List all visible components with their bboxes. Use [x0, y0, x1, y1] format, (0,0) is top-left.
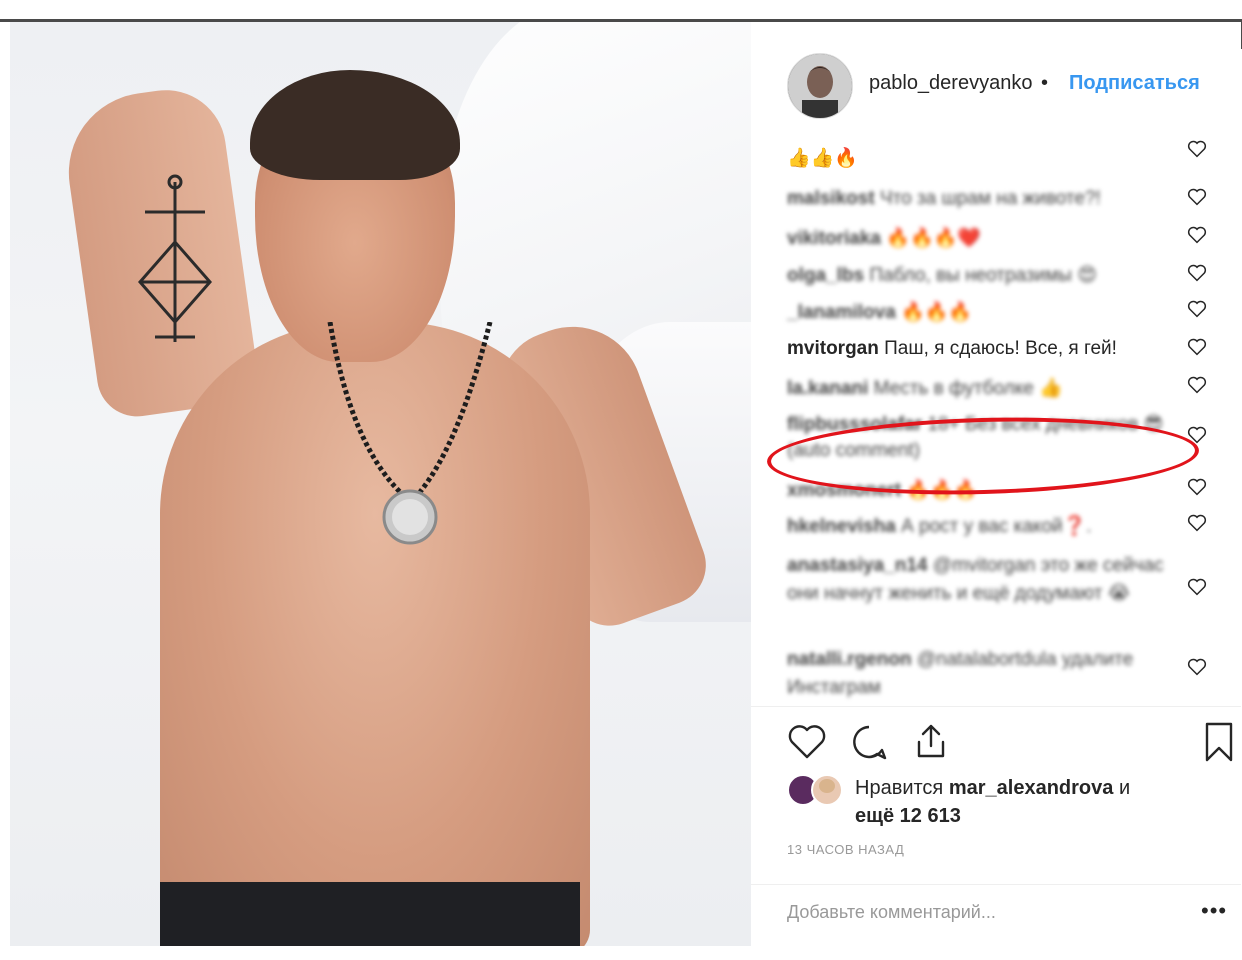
comment-username[interactable]: _lanamilova: [787, 302, 896, 323]
comment-input[interactable]: Добавьте комментарий...: [787, 902, 996, 923]
heart-icon[interactable]: [787, 722, 827, 762]
comment-username[interactable]: anastasiya_n14: [787, 555, 928, 576]
bookmark-icon[interactable]: [1199, 722, 1239, 762]
comment-item: 👍👍🔥: [787, 146, 1187, 170]
comment-item: _lanamilova 🔥🔥🔥: [787, 300, 1187, 324]
post-timestamp[interactable]: 13 ЧАСОВ НАЗАД: [787, 842, 904, 857]
likers-avatars[interactable]: [787, 772, 847, 808]
likes-prefix: Нравится: [855, 777, 944, 799]
header-separator: •: [1041, 72, 1049, 94]
comment-like-heart-icon[interactable]: [1187, 226, 1207, 244]
more-options-button[interactable]: •••: [1201, 898, 1227, 924]
comment-like-heart-icon[interactable]: [1187, 264, 1207, 282]
comment-item: la.kanani Месть в футболке 👍: [787, 376, 1187, 400]
post-photo[interactable]: [10, 22, 751, 946]
comment-text: Пабло, вы неотразимы 😍: [869, 265, 1098, 286]
comment-like-heart-icon[interactable]: [1187, 578, 1207, 596]
comment-bubble-icon[interactable]: [849, 722, 889, 762]
comment-username[interactable]: natalli.rgenon: [787, 649, 912, 670]
avatar-silhouette-icon: [788, 54, 852, 118]
comment-item: vikitoriaka 🔥🔥🔥❤️: [787, 226, 1187, 250]
likes-summary: Нравится mar_alexandrova и ещё 12 613: [855, 774, 1225, 830]
comment-like-heart-icon[interactable]: [1187, 514, 1207, 532]
comment-username[interactable]: hkelnevisha: [787, 516, 896, 537]
comment-like-heart-icon[interactable]: [1187, 140, 1207, 158]
comment-item: anastasiya_n14 @mvitorgan это же сейчас …: [787, 552, 1187, 608]
comment-text: 🔥🔥🔥❤️: [886, 228, 981, 249]
likes-count[interactable]: ещё 12 613: [855, 805, 961, 827]
comment-like-heart-icon[interactable]: [1187, 300, 1207, 318]
comment-like-heart-icon[interactable]: [1187, 658, 1207, 676]
comment-username[interactable]: olga_lbs: [787, 265, 864, 286]
comment-username[interactable]: vikitoriaka: [787, 228, 881, 249]
comments-list[interactable]: 👍👍🔥 malsikost Что за шрам на животе?! vi…: [751, 126, 1241, 706]
follow-button[interactable]: Подписаться: [1069, 72, 1200, 95]
arm-tattoo: [138, 174, 212, 342]
comment-item-highlighted: mvitorgan Паш, я сдаюсь! Все, я гей!: [787, 338, 1187, 360]
comment-item: hkelnevisha А рост у вас какой❓.: [787, 514, 1187, 538]
post-header: pablo_derevyanko • Подписаться: [751, 22, 1241, 122]
necklace: [327, 322, 493, 545]
hair: [250, 70, 460, 180]
share-icon[interactable]: [911, 722, 951, 762]
comment-like-heart-icon[interactable]: [1187, 376, 1207, 394]
pants: [160, 882, 580, 946]
likes-suffix: и: [1118, 777, 1131, 799]
liker-username[interactable]: mar_alexandrova: [949, 777, 1114, 799]
comment-text: Паш, я сдаюсь! Все, я гей!: [884, 338, 1117, 359]
comment-username[interactable]: malsikost: [787, 188, 875, 209]
comment-text: 🔥🔥🔥: [901, 302, 973, 323]
comment-text: Месть в футболке 👍: [873, 378, 1063, 399]
post-sidebar: pablo_derevyanko • Подписаться 👍👍🔥 malsi…: [751, 22, 1241, 946]
post-actions-bar: [787, 722, 1237, 768]
comment-item: malsikost Что за шрам на животе?!: [787, 188, 1187, 210]
comment-item: natalli.rgenon @natalabortdula удалите И…: [787, 646, 1187, 702]
divider: [751, 706, 1241, 707]
comment-text: Что за шрам на животе?!: [879, 188, 1101, 209]
divider: [751, 884, 1241, 885]
author-username[interactable]: pablo_derevyanko: [869, 72, 1032, 95]
comment-text: 👍👍🔥: [787, 148, 858, 169]
comment-item: olga_lbs Пабло, вы неотразимы 😍: [787, 264, 1187, 287]
author-avatar[interactable]: [787, 53, 853, 119]
comment-like-heart-icon[interactable]: [1187, 338, 1207, 356]
comment-like-heart-icon[interactable]: [1187, 188, 1207, 206]
comment-like-heart-icon[interactable]: [1187, 478, 1207, 496]
comment-username[interactable]: mvitorgan: [787, 338, 879, 359]
comment-text: А рост у вас какой❓.: [901, 516, 1092, 537]
comment-username[interactable]: la.kanani: [787, 378, 868, 399]
